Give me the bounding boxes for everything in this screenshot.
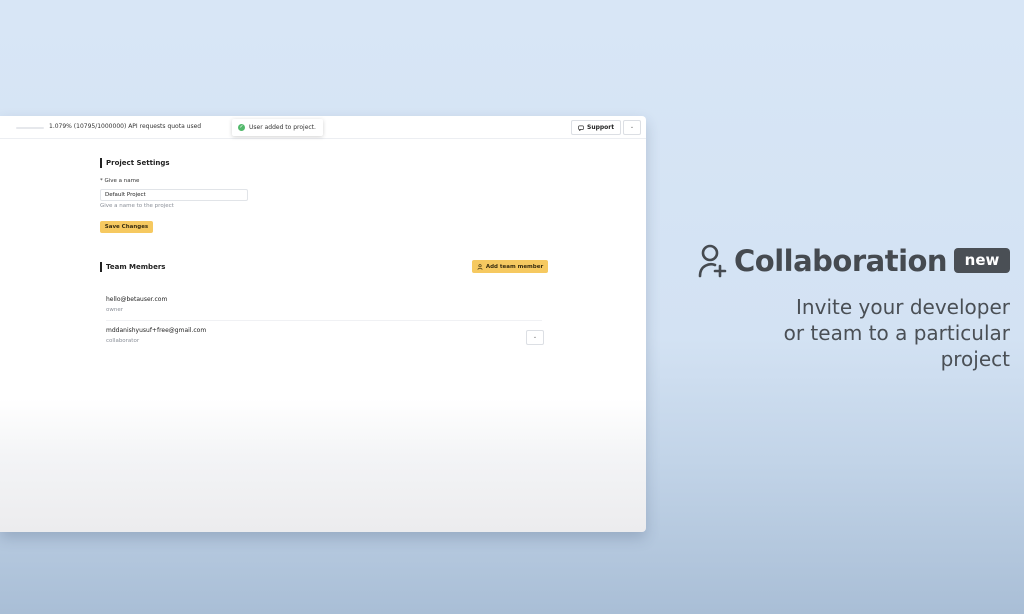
member-divider [106, 320, 542, 321]
quota-text: 1.079% (10795/1000000) API requests quot… [49, 123, 202, 130]
add-team-member-label: Add team member [485, 263, 544, 270]
team-member-row: hello@betauser.com owner [106, 296, 167, 313]
toast-text: User added to project. [249, 124, 316, 131]
account-menu-button[interactable]: ⌄ [623, 120, 641, 135]
promo-subtitle-line: or team to a particular [783, 321, 1010, 345]
project-settings-title: Project Settings [100, 158, 170, 168]
member-role-dropdown[interactable]: ⌄ [526, 330, 544, 345]
chevron-down-icon: ⌄ [629, 124, 635, 130]
promo-title: Collaboration [698, 244, 948, 278]
project-name-label: * Give a name [100, 178, 140, 184]
quota-progress-bar [16, 127, 44, 129]
toast-notification: ✓ User added to project. [232, 119, 323, 136]
promo-subtitle-line: project [940, 347, 1010, 371]
support-label: Support [587, 124, 615, 131]
support-button[interactable]: Support [571, 120, 622, 135]
chat-icon [578, 125, 584, 131]
member-email: hello@betauser.com [106, 296, 168, 303]
member-role: collaborator [106, 338, 140, 344]
top-bar: 1.079% (10795/1000000) API requests quot… [0, 116, 646, 139]
promo-subtitle: Invite your developer or team to a parti… [730, 294, 1010, 372]
team-member-row: mddanishyusuf+free@gmail.com collaborato… [106, 327, 206, 344]
new-badge: new [954, 248, 1010, 273]
check-circle-icon: ✓ [238, 124, 245, 131]
promo-subtitle-line: Invite your developer [796, 295, 1010, 319]
save-changes-button[interactable]: Save Changes [100, 221, 153, 233]
promo-title-text: Collaboration [734, 244, 948, 278]
team-members-title: Team Members [100, 262, 165, 272]
chevron-down-icon: ⌄ [532, 334, 538, 340]
project-name-help: Give a name to the project [100, 203, 174, 209]
member-role: owner [106, 307, 123, 313]
add-team-member-button[interactable]: Add team member [472, 260, 548, 273]
app-window: 1.079% (10795/1000000) API requests quot… [0, 116, 646, 532]
project-name-input[interactable] [100, 189, 248, 201]
member-email: mddanishyusuf+free@gmail.com [106, 327, 207, 334]
add-user-icon [698, 244, 727, 278]
user-icon [477, 263, 483, 270]
